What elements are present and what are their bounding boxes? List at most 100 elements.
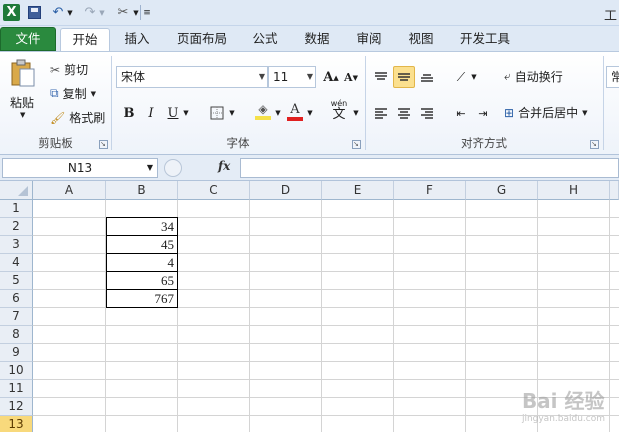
excel-logo-icon[interactable]: X	[3, 4, 20, 21]
cell-b5[interactable]: 65	[106, 271, 178, 290]
column-header-c[interactable]: C	[178, 181, 250, 200]
number-format-value: 常	[611, 70, 619, 84]
decrease-indent-icon[interactable]: ⇤	[450, 102, 472, 124]
phonetic-char: 文	[332, 107, 346, 122]
row-header-9[interactable]: 9	[0, 344, 33, 362]
format-painter-label: 格式刷	[69, 111, 106, 125]
column-header-d[interactable]: D	[250, 181, 322, 200]
name-box-dropdown-icon: ▼	[146, 163, 153, 172]
cell-b2[interactable]: 34	[106, 217, 178, 236]
align-bottom-icon[interactable]	[416, 66, 438, 88]
tab-review[interactable]: 审阅	[348, 28, 390, 51]
font-name-select[interactable]: 宋体 ▼	[116, 66, 268, 88]
name-box[interactable]: N13 ▼	[2, 158, 158, 178]
tab-view[interactable]: 视图	[400, 28, 442, 51]
row-header-11[interactable]: 11	[0, 380, 33, 398]
clipboard-launcher-icon[interactable]: ↘	[99, 140, 108, 149]
gridline-vertical	[249, 200, 250, 432]
merge-center-button[interactable]: ⊞ 合并后居中 ▼	[504, 104, 587, 121]
formula-input[interactable]	[240, 158, 619, 178]
orientation-dropdown-icon[interactable]: ▼	[468, 66, 480, 88]
grow-font-button[interactable]: A ▲	[320, 66, 342, 88]
formula-bar: N13 ▼ fx	[0, 155, 619, 181]
paste-dropdown-icon[interactable]: ▼	[20, 111, 25, 119]
wrap-text-button[interactable]: ⤶ 自动换行	[504, 68, 563, 85]
number-format-select[interactable]: 常	[606, 66, 619, 88]
column-header-f[interactable]: F	[394, 181, 466, 200]
wrap-text-label: 自动换行	[514, 70, 563, 84]
save-icon[interactable]	[26, 4, 42, 21]
cell-b6[interactable]: 767	[106, 289, 178, 308]
gridline-vertical	[465, 200, 466, 432]
column-header-filler	[610, 181, 619, 200]
column-header-g[interactable]: G	[466, 181, 538, 200]
customize-icon[interactable]: ≡	[142, 4, 152, 21]
window-title: 工	[603, 9, 617, 24]
tab-home[interactable]: 开始	[60, 28, 110, 51]
border-dropdown-icon[interactable]: ▼	[226, 102, 238, 124]
worksheet-grid[interactable]: ABCDEFGH 1 2 3 4 5 6 7 8 9 10 11 12 13 34 45 4 65 767 Ba…	[0, 181, 619, 432]
redo-dropdown-icon[interactable]: ▼	[98, 4, 106, 21]
align-middle-icon[interactable]	[393, 66, 415, 88]
row-header-2[interactable]: 2	[0, 218, 33, 236]
tab-developer[interactable]: 开发工具	[452, 28, 518, 51]
tools-icon[interactable]: ✂	[114, 4, 132, 21]
cell-b4[interactable]: 4	[106, 253, 178, 272]
column-header-e[interactable]: E	[322, 181, 394, 200]
copy-button[interactable]: ⧉ 复制 ▼	[50, 85, 96, 102]
row-header-5[interactable]: 5	[0, 272, 33, 290]
paste-icon[interactable]	[6, 58, 40, 90]
italic-button[interactable]: I	[140, 102, 162, 124]
undo-dropdown-icon[interactable]: ▼	[66, 4, 74, 21]
ribbon-tabs: 文件 开始 插入 页面布局 公式 数据 审阅 视图 开发工具	[0, 26, 619, 51]
align-right-icon[interactable]	[416, 102, 438, 124]
cut-button[interactable]: ✂ 剪切	[50, 61, 88, 78]
font-size-select[interactable]: 11 ▼	[268, 66, 316, 88]
align-left-icon[interactable]	[370, 102, 392, 124]
merge-center-label: 合并后居中	[518, 106, 579, 120]
row-header-12[interactable]: 12	[0, 398, 33, 416]
align-center-icon[interactable]	[393, 102, 415, 124]
undo-icon[interactable]: ↶	[50, 4, 66, 21]
tab-page-layout[interactable]: 页面布局	[170, 28, 234, 51]
underline-dropdown-icon[interactable]: ▼	[180, 102, 192, 124]
column-header-h[interactable]: H	[538, 181, 610, 200]
phonetic-guide-icon[interactable]: wén 文	[326, 98, 352, 122]
merge-center-dropdown-icon: ▼	[582, 108, 588, 117]
formula-bar-handle[interactable]	[164, 159, 182, 177]
font-color-icon[interactable]: A	[284, 100, 306, 122]
row-header-3[interactable]: 3	[0, 236, 33, 254]
cell-b3[interactable]: 45	[106, 235, 178, 254]
format-painter-button[interactable]: 🖌 格式刷	[50, 109, 105, 126]
paste-button[interactable]: 粘贴	[10, 94, 34, 111]
row-header-10[interactable]: 10	[0, 362, 33, 380]
bold-button[interactable]: B	[118, 102, 140, 124]
font-launcher-icon[interactable]: ↘	[352, 140, 361, 149]
border-icon[interactable]	[206, 102, 228, 124]
tab-file[interactable]: 文件	[0, 27, 56, 51]
tools-dropdown-icon[interactable]: ▼	[132, 4, 140, 21]
row-header-1[interactable]: 1	[0, 200, 33, 218]
row-header-6[interactable]: 6	[0, 290, 33, 308]
select-all-corner[interactable]	[0, 181, 33, 200]
fill-color-dropdown-icon[interactable]: ▼	[272, 102, 284, 124]
phonetic-dropdown-icon[interactable]: ▼	[350, 102, 362, 124]
row-header-8[interactable]: 8	[0, 326, 33, 344]
tab-insert[interactable]: 插入	[116, 28, 158, 51]
tab-data[interactable]: 数据	[296, 28, 338, 51]
font-color-dropdown-icon[interactable]: ▼	[304, 102, 316, 124]
increase-indent-icon[interactable]: ⇥	[472, 102, 494, 124]
alignment-group-label: 对齐方式	[461, 136, 507, 150]
fill-color-icon[interactable]: ◈	[252, 100, 274, 122]
column-header-a[interactable]: A	[33, 181, 106, 200]
tab-formulas[interactable]: 公式	[244, 28, 286, 51]
alignment-launcher-icon[interactable]: ↘	[590, 140, 599, 149]
row-header-13[interactable]: 13	[0, 416, 33, 432]
insert-function-icon[interactable]: fx	[218, 159, 230, 173]
shrink-font-button[interactable]: A ▼	[340, 66, 362, 88]
column-header-b[interactable]: B	[106, 181, 178, 200]
redo-icon[interactable]: ↷	[82, 4, 98, 21]
row-header-7[interactable]: 7	[0, 308, 33, 326]
align-top-icon[interactable]	[370, 66, 392, 88]
row-header-4[interactable]: 4	[0, 254, 33, 272]
